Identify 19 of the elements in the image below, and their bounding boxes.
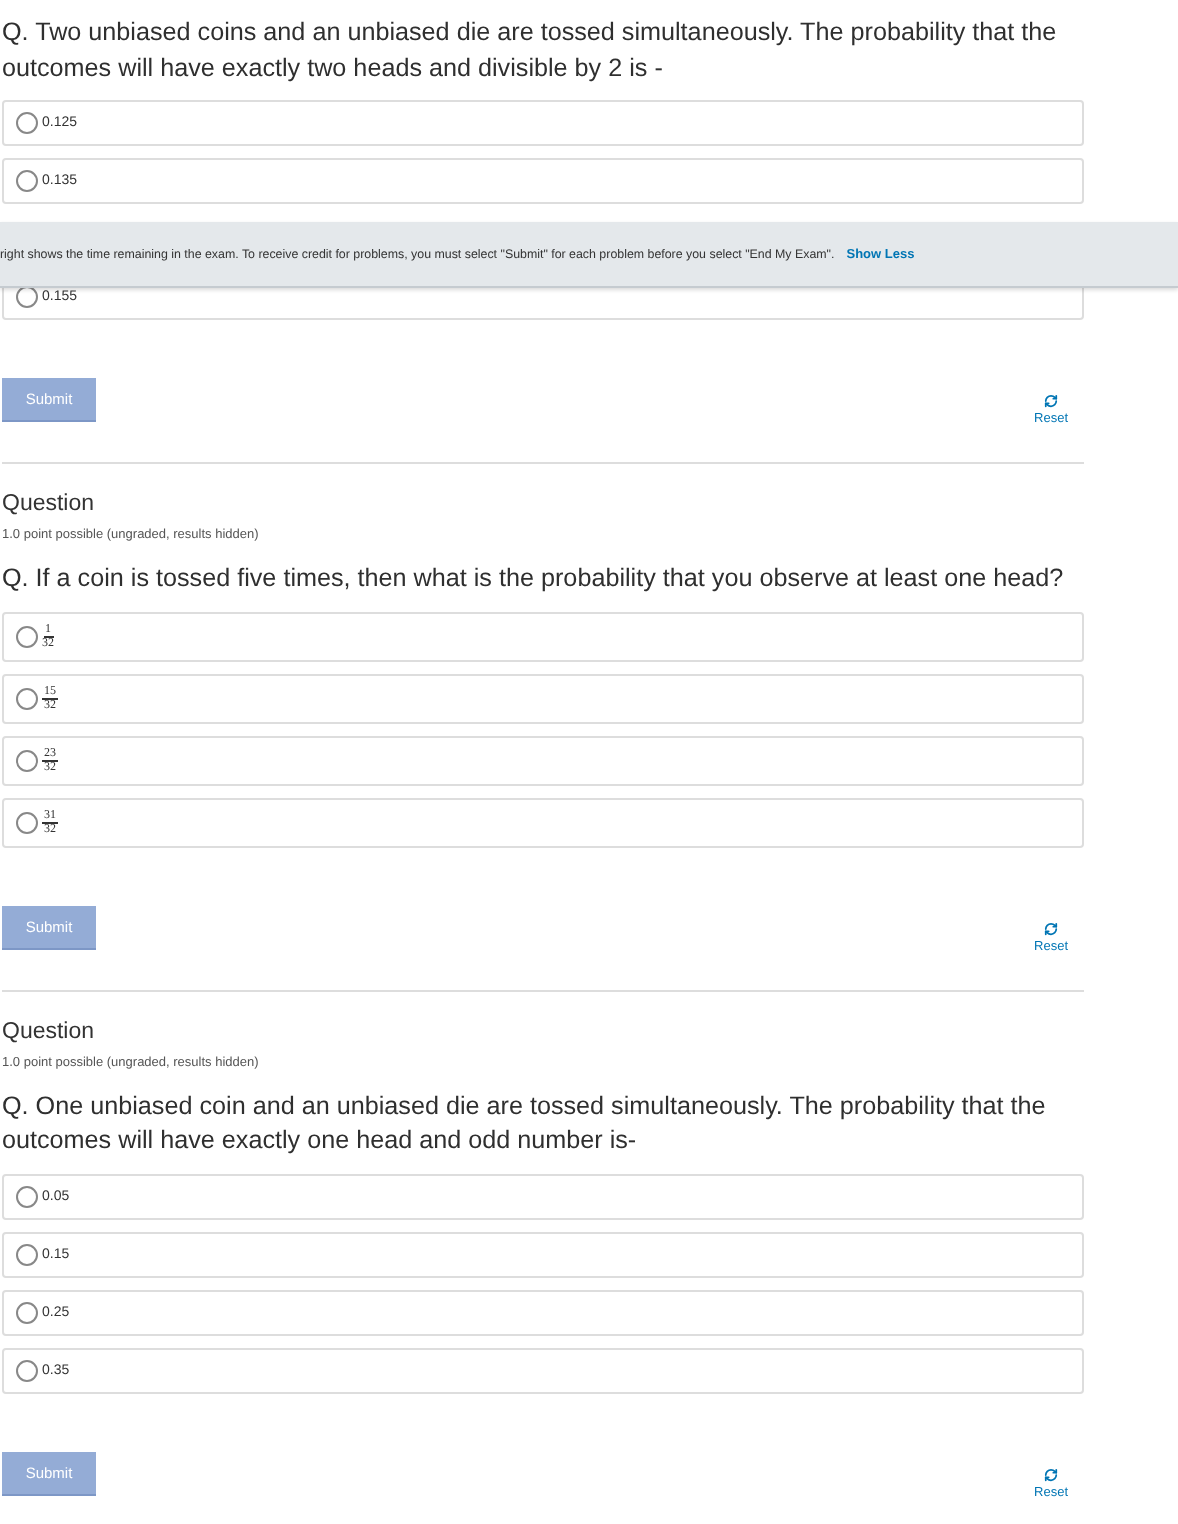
radio-button[interactable]	[16, 1185, 38, 1207]
question-heading: Question	[2, 492, 97, 516]
radio-button[interactable]	[16, 811, 38, 833]
radio-button[interactable]	[16, 749, 38, 771]
radio-button[interactable]	[16, 1359, 38, 1381]
question-text: Q. Two unbiased coins and an unbiased die are tossed simultaneously. The probability that the outcomes will have exactly two heads and divisible by 2 is -	[2, 16, 1059, 86]
radio-button[interactable]	[16, 286, 38, 308]
radio-button[interactable]	[16, 1301, 38, 1323]
radio-button[interactable]	[16, 625, 38, 647]
radio-button[interactable]	[16, 112, 38, 134]
question-heading: Question	[2, 1019, 97, 1043]
refresh-icon	[1044, 1467, 1058, 1481]
refresh-icon	[1044, 921, 1058, 935]
refresh-icon	[1044, 394, 1058, 408]
radio-button[interactable]	[16, 687, 38, 709]
radio-button[interactable]	[16, 1243, 38, 1265]
question-text: Q. One unbiased coin and an unbiased die are tossed simultaneously. The probability that the outcomes will have exactly one head and odd number is-	[2, 1089, 1048, 1158]
radio-button[interactable]	[16, 170, 38, 192]
question-text: Q. If a coin is tossed five times, then what is the probability that you observe at least one head?	[2, 562, 1066, 596]
